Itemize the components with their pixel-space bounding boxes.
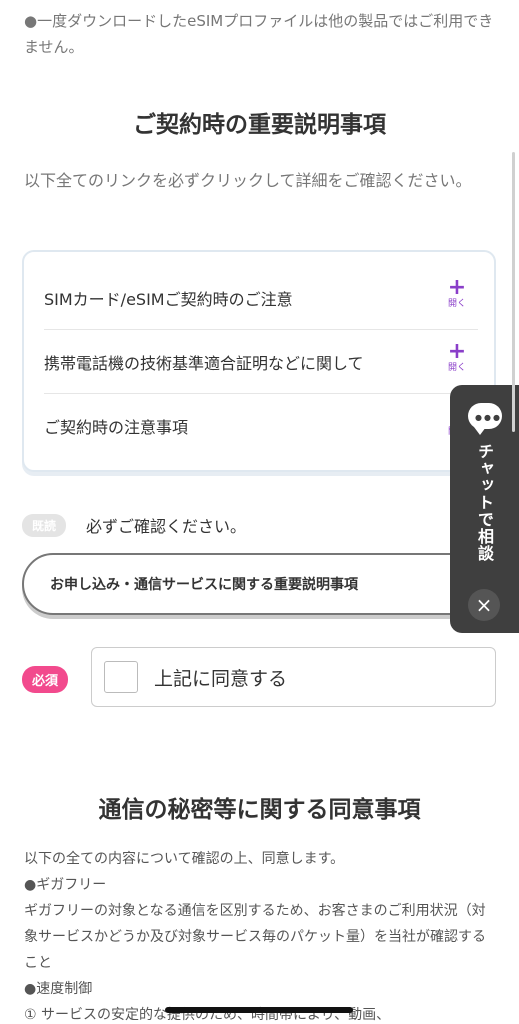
read-badge: 既読 [22,513,67,537]
important-doc-label: お申し込み・通信サービスに関する重要説明事項 [50,577,358,593]
privacy-line: 以下の全ての内容について確認の上、同意します。 [24,851,345,867]
privacy-line: ●速度制御 [24,981,93,997]
top-note: ●一度ダウンロードしたeSIMプロファイルは他の製品ではご利用できません。 [24,12,494,56]
link-contract-notes[interactable]: ご契約時の注意事項 + 開く [44,394,478,458]
privacy-line: ギガフリーの対象となる通信を区別するため、お客さまのご利用状況（対象サービスかど… [24,903,486,971]
read-instruction: 必ずご確認ください。 [86,517,247,536]
section-title-contract: ご契約時の重要説明事項 [133,112,386,138]
link-label: ご契約時の注意事項 [44,418,189,437]
link-label: 携帯電話機の技術基準適合証明などに関して [44,353,364,373]
home-indicator[interactable] [165,1007,353,1013]
link-sim-notes[interactable]: SIMカード/eSIMご契約時のご注意 + 開く [44,266,478,330]
open-label: 開く [447,299,466,309]
link-tech-certification[interactable]: 携帯電話機の技術基準適合証明などに関して + 開く [44,330,478,394]
chat-label: チャットで相談 [475,443,494,562]
plus-icon: + [447,275,467,300]
privacy-line: ① サービスの安定的な提供のため、時間帯により、動画、 [24,1007,391,1023]
chat-widget[interactable]: ●●● チャットで相談 × [450,385,519,633]
read-status-row: 既読 必ずご確認ください。 [22,513,246,537]
privacy-body: 以下の全ての内容について確認の上、同意します。 ●ギガフリー ギガフリーの対象と… [24,846,494,1024]
open-button[interactable]: + 開く [442,339,472,374]
open-button[interactable]: + 開く [442,275,472,310]
plus-icon: + [447,339,467,364]
link-label: SIMカード/eSIMご契約時のご注意 [44,289,293,309]
links-box: SIMカード/eSIMご契約時のご注意 + 開く 携帯電話機の技術基準適合証明な… [22,250,496,472]
section-title-privacy: 通信の秘密等に関する同意事項 [98,797,421,823]
scrollbar[interactable] [512,152,515,432]
agree-checkbox[interactable] [104,661,138,693]
required-badge: 必須 [22,666,69,693]
chat-bubble-icon: ●●● [468,403,502,435]
chat-close-button[interactable]: × [468,589,500,621]
agree-label: 上記に同意する [154,667,288,690]
open-label: 開く [447,363,466,373]
section-intro: 以下全てのリンクを必ずクリックして詳細をご確認ください。 [24,171,472,190]
important-doc-button[interactable]: お申し込み・通信サービスに関する重要説明事項 [22,553,500,615]
privacy-line: ●ギガフリー [24,877,107,893]
agree-checkbox-field[interactable]: 上記に同意する [91,647,496,707]
